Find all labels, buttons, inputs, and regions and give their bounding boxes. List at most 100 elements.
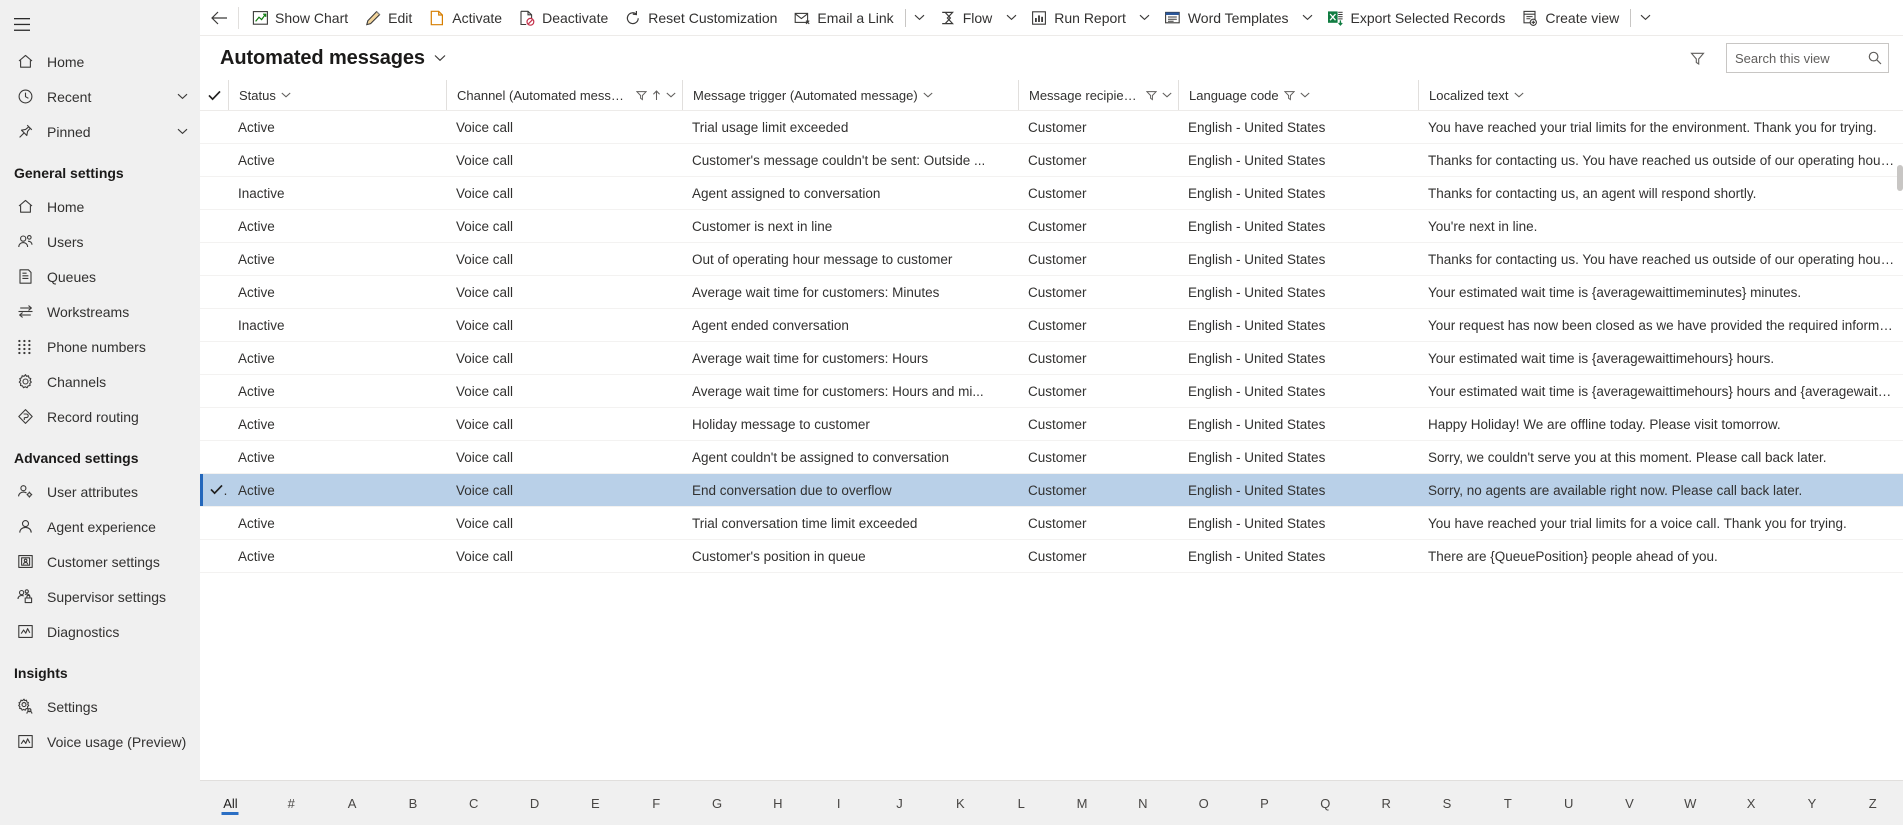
- command-activate[interactable]: Activate: [420, 2, 510, 34]
- row-select-checkbox[interactable]: [200, 473, 228, 507]
- sidebar-item-pinned[interactable]: Pinned: [0, 114, 200, 149]
- command-run-report[interactable]: Run Report: [1022, 2, 1134, 34]
- alpha-filter-w[interactable]: W: [1660, 781, 1721, 825]
- column-menu-chevron-down-icon[interactable]: [1162, 92, 1172, 98]
- row-select-checkbox[interactable]: [200, 506, 228, 540]
- table-row[interactable]: Inactive Voice call Agent ended conversati…: [200, 308, 1903, 342]
- column-menu-chevron-down-icon[interactable]: [281, 92, 291, 98]
- sidebar-item-channels[interactable]: Channels: [0, 364, 200, 399]
- command-export-selected-records[interactable]: Export Selected Records: [1318, 2, 1513, 34]
- table-row[interactable]: Active Voice call Holiday message to custo…: [200, 407, 1903, 441]
- alpha-filter-v[interactable]: V: [1599, 781, 1660, 825]
- table-row[interactable]: Active Voice call Customer is next in line…: [200, 209, 1903, 243]
- table-row[interactable]: Active Voice call Average wait time for cu…: [200, 374, 1903, 408]
- sidebar-item-settings[interactable]: Settings: [0, 689, 200, 724]
- table-row[interactable]: Active Voice call Customer's position in q…: [200, 539, 1903, 573]
- alpha-filter-h[interactable]: H: [747, 781, 808, 825]
- site-map-hamburger-icon[interactable]: [0, 4, 44, 44]
- column-header-channel-automated-message[interactable]: Channel (Automated message): [446, 80, 682, 111]
- search-input[interactable]: [1735, 50, 1864, 66]
- table-row[interactable]: Active Voice call Average wait time for cu…: [200, 341, 1903, 375]
- alpha-filter-r[interactable]: R: [1356, 781, 1417, 825]
- alpha-filter-x[interactable]: X: [1721, 781, 1782, 825]
- back-button[interactable]: [202, 0, 236, 35]
- alpha-filter-e[interactable]: E: [565, 781, 626, 825]
- sidebar-item-recent[interactable]: Recent: [0, 79, 200, 114]
- sidebar-item-users[interactable]: Users: [0, 224, 200, 259]
- alpha-filter-a[interactable]: A: [322, 781, 383, 825]
- funnel-icon[interactable]: [1682, 43, 1712, 73]
- alpha-filter-o[interactable]: O: [1173, 781, 1234, 825]
- command-create-view[interactable]: Create view: [1513, 2, 1627, 34]
- row-select-checkbox[interactable]: [200, 275, 228, 309]
- column-menu-chevron-down-icon[interactable]: [666, 92, 676, 98]
- row-select-checkbox[interactable]: [200, 209, 228, 243]
- sidebar-item-phone-numbers[interactable]: Phone numbers: [0, 329, 200, 364]
- column-header-status[interactable]: Status: [228, 80, 446, 111]
- row-select-checkbox[interactable]: [200, 143, 228, 177]
- sidebar-item-queues[interactable]: Queues: [0, 259, 200, 294]
- sidebar-item-customer-settings[interactable]: Customer settings: [0, 544, 200, 579]
- command-flow-chevron-down-icon[interactable]: [1000, 2, 1022, 34]
- column-header-message-recipient[interactable]: Message recipient (...: [1018, 80, 1178, 111]
- command-word-templates-chevron-down-icon[interactable]: [1296, 2, 1318, 34]
- command-edit[interactable]: Edit: [356, 2, 420, 34]
- command-create-view-chevron-down-icon[interactable]: [1634, 2, 1656, 34]
- command-reset-customization[interactable]: Reset Customization: [616, 2, 785, 34]
- sidebar-item-supervisor-settings[interactable]: Supervisor settings: [0, 579, 200, 614]
- row-select-checkbox[interactable]: [200, 407, 228, 441]
- alpha-filter-k[interactable]: K: [930, 781, 991, 825]
- row-select-checkbox[interactable]: [200, 374, 228, 408]
- command-email-a-link-chevron-down-icon[interactable]: [909, 2, 931, 34]
- column-menu-chevron-down-icon[interactable]: [1300, 92, 1310, 98]
- command-email-a-link[interactable]: Email a Link: [785, 2, 901, 34]
- row-select-checkbox[interactable]: [200, 308, 228, 342]
- column-header-message-trigger-automated-message[interactable]: Message trigger (Automated message): [682, 80, 1018, 111]
- command-run-report-chevron-down-icon[interactable]: [1134, 2, 1156, 34]
- row-select-checkbox[interactable]: [200, 341, 228, 375]
- table-row[interactable]: Active Voice call Trial conversation time …: [200, 506, 1903, 540]
- alpha-filter-u[interactable]: U: [1538, 781, 1599, 825]
- alpha-filter-c[interactable]: C: [443, 781, 504, 825]
- table-row[interactable]: Active Voice call Out of operating hour me…: [200, 242, 1903, 276]
- alpha-filter-hash[interactable]: #: [261, 781, 322, 825]
- column-menu-chevron-down-icon[interactable]: [923, 92, 933, 98]
- sidebar-item-home[interactable]: Home: [0, 44, 200, 79]
- command-show-chart[interactable]: Show Chart: [243, 2, 356, 34]
- chevron-down-icon[interactable]: [177, 128, 188, 135]
- row-select-checkbox[interactable]: [200, 110, 228, 144]
- alpha-filter-j[interactable]: J: [869, 781, 930, 825]
- search-icon[interactable]: [1868, 51, 1882, 65]
- command-word-templates[interactable]: Word Templates: [1156, 2, 1297, 34]
- alpha-filter-d[interactable]: D: [504, 781, 565, 825]
- sidebar-item-agent-experience[interactable]: Agent experience: [0, 509, 200, 544]
- column-sort-ascending-icon[interactable]: [652, 89, 661, 101]
- table-row[interactable]: Inactive Voice call Agent assigned to conv…: [200, 176, 1903, 210]
- chevron-down-icon[interactable]: [177, 93, 188, 100]
- column-header-localized-text[interactable]: Localized text: [1418, 80, 1903, 111]
- select-all-header[interactable]: [200, 80, 228, 111]
- alpha-filter-g[interactable]: G: [687, 781, 748, 825]
- row-select-checkbox[interactable]: [200, 242, 228, 276]
- row-select-checkbox[interactable]: [200, 440, 228, 474]
- column-filter-icon[interactable]: [1146, 90, 1157, 101]
- sidebar-item-home[interactable]: Home: [0, 189, 200, 224]
- alpha-filter-n[interactable]: N: [1112, 781, 1173, 825]
- command-flow[interactable]: Flow: [931, 2, 1001, 34]
- column-header-language-code[interactable]: Language code: [1178, 80, 1418, 111]
- alpha-filter-l[interactable]: L: [991, 781, 1052, 825]
- alpha-filter-i[interactable]: I: [808, 781, 869, 825]
- sidebar-item-diagnostics[interactable]: Diagnostics: [0, 614, 200, 649]
- alpha-filter-q[interactable]: Q: [1295, 781, 1356, 825]
- column-filter-icon[interactable]: [636, 90, 647, 101]
- scrollbar-thumb[interactable]: [1897, 165, 1903, 191]
- grid-vertical-scrollbar[interactable]: [1897, 165, 1903, 734]
- alpha-filter-f[interactable]: F: [626, 781, 687, 825]
- sidebar-item-voice-usage-preview[interactable]: Voice usage (Preview): [0, 724, 200, 759]
- table-row[interactable]: Active Voice call End conversation due to …: [200, 473, 1903, 507]
- alpha-filter-s[interactable]: S: [1417, 781, 1478, 825]
- alpha-filter-y[interactable]: Y: [1782, 781, 1843, 825]
- alpha-filter-t[interactable]: T: [1477, 781, 1538, 825]
- table-row[interactable]: Active Voice call Average wait time for cu…: [200, 275, 1903, 309]
- alpha-filter-p[interactable]: P: [1234, 781, 1295, 825]
